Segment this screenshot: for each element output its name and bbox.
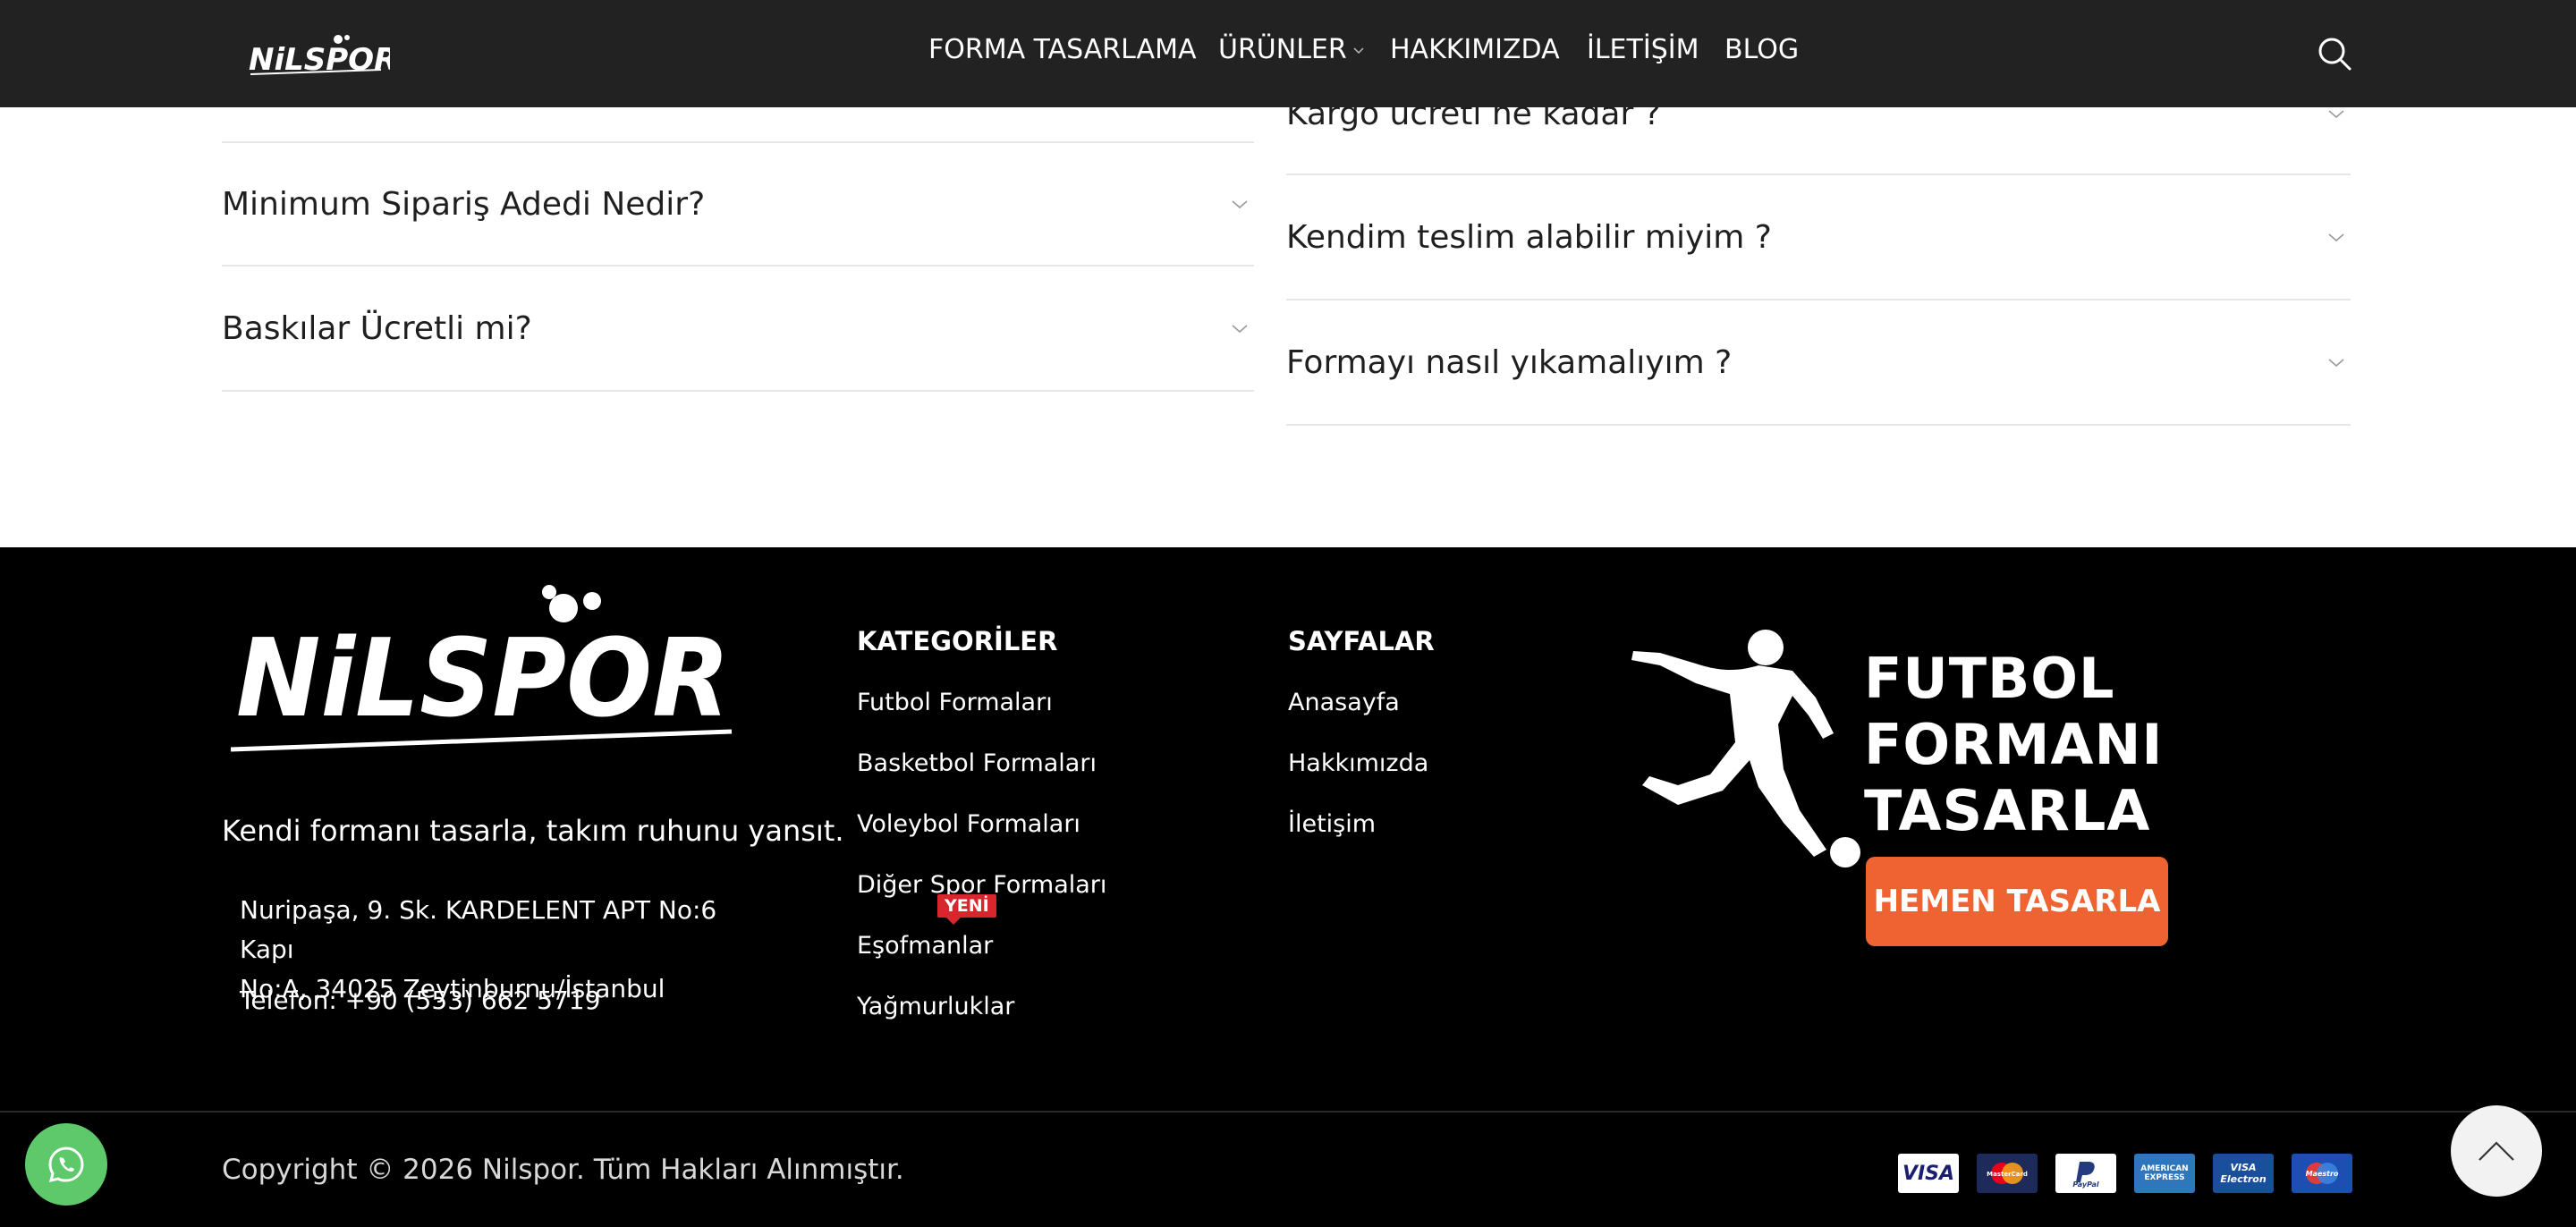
nav-forma-tasarlama[interactable]: FORMA TASARLAMA [928,34,1196,65]
nav-label: HAKKIMIZDA [1390,34,1560,65]
visa-electron-icon: VISA Electron [2213,1154,2274,1193]
chevron-down-icon [1353,47,1364,54]
visa-icon: VISA [1898,1154,1959,1193]
nav-hakkimizda[interactable]: HAKKIMIZDA [1390,34,1560,65]
page-link[interactable]: İletişim [1288,810,1376,838]
payment-label: AMERICAN EXPRESS [2140,1164,2189,1182]
payment-label: VISA [1902,1162,1955,1185]
category-link[interactable]: Yağmurluklar [857,993,1014,1020]
faq-question: Baskılar Ücretli mi? [222,309,532,347]
chevron-down-icon [1232,325,1248,334]
copyright: Copyright © 2026 Nilspor. Tüm Hakları Al… [222,1154,904,1186]
faq-question: Kendim teslim alabilir miyim ? [1286,218,1772,256]
paypal-icon: PayPal [2055,1154,2116,1193]
categories-title: KATEGORİLER [857,626,1058,656]
promo-line: TASARLA [1864,778,2151,843]
faq-item[interactable]: Baskılar Ücretli mi? [222,267,1254,392]
promo-line: FORMANI [1864,712,2164,777]
chevron-up-icon [2479,1141,2514,1161]
footer-logo[interactable]: NiLSPOR [231,583,741,753]
whatsapp-icon [48,1147,84,1183]
address-line: Nuripaşa, 9. Sk. KARDELENT APT No:6 Kapı [240,895,717,964]
nav-urunler[interactable]: ÜRÜNLER [1218,34,1365,65]
payment-label: Maestro [2306,1170,2339,1178]
footer-divider [0,1111,2576,1113]
logo[interactable]: NiLSPOR [247,32,390,77]
payment-label: PayPal [2072,1180,2098,1189]
search-icon[interactable] [2317,36,2352,72]
chevron-down-icon [2328,359,2344,368]
nav-label: İLETİŞİM [1587,34,1699,65]
footer-logo-text: NiLSPOR [236,617,730,741]
chevron-down-icon [2328,233,2344,242]
new-badge: YENİ [937,894,996,925]
mastercard-icon: MasterCard [1977,1154,2038,1193]
category-link[interactable]: Basketbol Formaları [857,749,1097,777]
nav-iletisim[interactable]: İLETİŞİM [1587,34,1699,65]
nav-blog[interactable]: BLOG [1724,34,1799,65]
payment-label: VISA Electron [2220,1162,2267,1185]
nav-label: BLOG [1724,34,1800,65]
page-link[interactable]: Hakkımızda [1288,749,1428,777]
faq-question: Formayı nasıl yıkamalıyım ? [1286,343,1733,381]
category-link[interactable]: Futbol Formaları [857,689,1053,716]
faq-question: Minimum Sipariş Adedi Nedir? [222,185,706,223]
phone[interactable]: Telefon: +90 (553) 662 5719 [240,986,600,1015]
category-link[interactable]: Eşofmanlar [857,932,993,960]
category-link[interactable]: Voleybol Formaları [857,810,1080,838]
chevron-down-icon [1232,200,1248,209]
maestro-icon: Maestro [2292,1154,2352,1193]
payment-label: MasterCard [1987,1171,2028,1178]
site-header: NiLSPOR FORMA TASARLAMA ÜRÜNLER HAKKIMIZ… [0,0,2576,107]
promo-line: FUTBOL [1864,646,2115,711]
faq-item[interactable]: Formayı nasıl yıkamalıyım ? [1286,300,2351,426]
whatsapp-button[interactable] [25,1123,107,1206]
amex-icon: AMERICAN EXPRESS [2134,1154,2195,1193]
faq-item[interactable]: Minimum Sipariş Adedi Nedir? [222,143,1254,267]
football-player-icon [1631,630,1860,867]
nav-label: FORMA TASARLAMA [928,34,1197,65]
pages-title: SAYFALAR [1288,626,1435,656]
faq-item[interactable]: Kendim teslim alabilir miyim ? [1286,175,2351,300]
nav-label: ÜRÜNLER [1218,34,1347,65]
back-to-top-button[interactable] [2451,1105,2542,1197]
tagline: Kendi formanı tasarla, takım ruhunu yans… [222,814,844,848]
page-link[interactable]: Anasayfa [1288,689,1400,716]
design-now-button[interactable]: HEMEN TASARLA [1866,857,2168,946]
